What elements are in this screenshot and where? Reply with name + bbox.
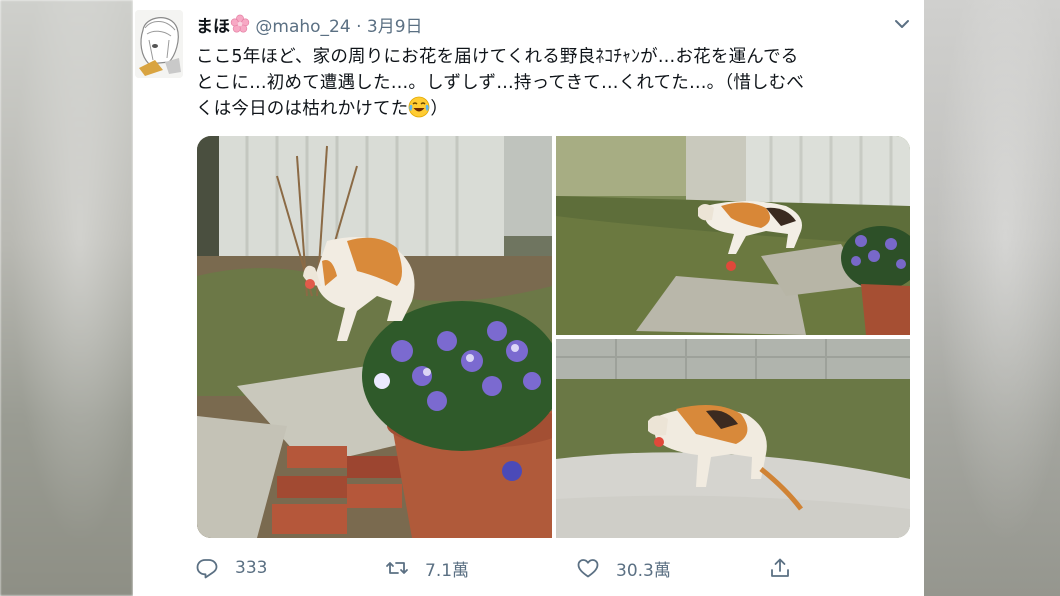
tweet-text-line: ここ5年ほど、家の周りにお花を届けてくれる野良ﾈｺﾁｬﾝが…お花を運んでる (196, 47, 799, 67)
like-count: 30.3萬 (616, 560, 671, 581)
chevron-down-icon[interactable] (892, 14, 912, 34)
tweet-card[interactable]: まほ @maho_24 · 3月9日 ここ5年ほど、家の周りにお花を届けてくれる… (133, 0, 924, 596)
tweet-text-line: くは今日のは枯れかけてた (196, 99, 409, 119)
cherry-blossom-icon (230, 14, 250, 39)
reply-icon (196, 559, 218, 579)
tweet-text-line: とこに…初めて遭遇した…。しずしず…持ってきて…くれてた…。（惜しむべ (196, 73, 805, 93)
background-blur-left (0, 0, 133, 596)
display-name[interactable]: まほ (196, 17, 230, 37)
share-icon (771, 558, 789, 577)
share-button[interactable] (768, 554, 808, 582)
background-blur-right (924, 0, 1060, 596)
reply-button[interactable]: 333 (195, 554, 267, 582)
face-with-tears-of-joy-icon (408, 96, 430, 118)
tweet-actions: 333 7.1萬 30.3萬 (195, 554, 895, 582)
retweet-count: 7.1萬 (425, 560, 470, 581)
like-button[interactable]: 30.3萬 (576, 554, 671, 582)
reply-count: 333 (235, 558, 268, 578)
tweet-header: まほ @maho_24 · 3月9日 (196, 12, 423, 39)
avatar[interactable] (135, 10, 183, 78)
retweet-icon (386, 562, 408, 574)
tweet-text-line: ） (430, 99, 449, 119)
photo-cat-on-pavement[interactable] (556, 339, 910, 538)
header-separator: · (356, 17, 362, 37)
user-handle[interactable]: @maho_24 (255, 17, 350, 37)
retweet-button[interactable]: 7.1萬 (385, 554, 469, 582)
photo-cat-on-grass[interactable] (556, 136, 910, 335)
photo-cat-with-pansies[interactable] (197, 136, 552, 538)
media-grid[interactable] (197, 136, 910, 538)
heart-icon (577, 559, 599, 578)
tweet-date[interactable]: 3月9日 (367, 17, 423, 37)
tweet-text: ここ5年ほど、家の周りにお花を届けてくれる野良ﾈｺﾁｬﾝが…お花を運んでる とこ… (196, 44, 916, 122)
tweet-text-line: くは今日のは枯れかけてた ） (196, 96, 916, 122)
